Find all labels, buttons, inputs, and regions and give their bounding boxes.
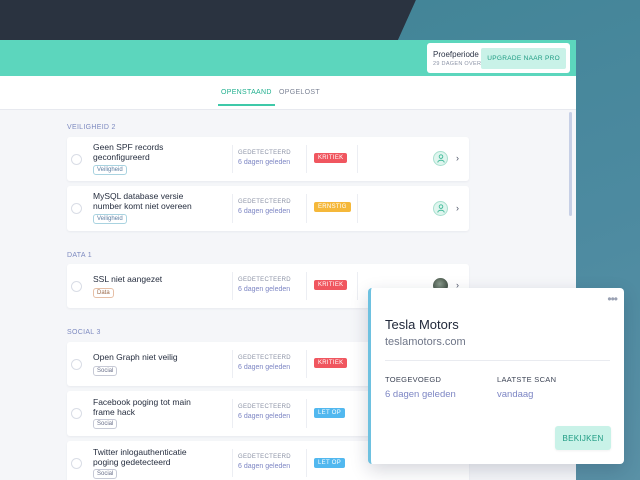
detected-label: GEDETECTEERD (238, 454, 291, 460)
issue-title: Open Graph niet veilig (93, 352, 178, 362)
divider (232, 194, 233, 223)
divider (232, 272, 233, 300)
detected-time: 6 dagen geleden (238, 208, 291, 215)
tab-openstaand[interactable]: OPENSTAAND (218, 89, 275, 106)
divider (357, 272, 358, 300)
divider (232, 350, 233, 378)
divider (306, 399, 307, 428)
issue-checkbox[interactable] (71, 154, 82, 165)
severity-badge: KRITIEK (314, 153, 348, 163)
issue-tag: Data (93, 288, 114, 298)
issue-title: SSL niet aangezet (93, 274, 163, 284)
assign-user-icon[interactable] (433, 151, 448, 166)
site-name: Tesla Motors (385, 317, 459, 332)
trial-box: Proefperiode 29 DAGEN OVER UPGRADE NAAR … (427, 43, 570, 73)
trial-title: Proefperiode (433, 49, 479, 59)
upgrade-button[interactable]: UPGRADE NAAR PRO (481, 47, 566, 69)
divider (306, 145, 307, 173)
detected-label: GEDETECTEERD (238, 404, 291, 410)
issue-tag: Veiligheid (93, 165, 127, 175)
site-domain: teslamotors.com (385, 336, 466, 348)
detected-label: GEDETECTEERD (238, 277, 291, 283)
site-detail-popup: ••• Tesla Motors teslamotors.com TOEGEVO… (368, 288, 624, 464)
top-bar: Proefperiode 29 DAGEN OVER UPGRADE NAAR … (0, 40, 576, 76)
divider (385, 360, 610, 361)
detected-time: 6 dagen geleden (238, 159, 291, 166)
added-label: TOEGEVOEGD (385, 375, 442, 384)
section-title-veiligheid: VEILIGHEID 2 (67, 124, 116, 131)
added-value: 6 dagen geleden (385, 389, 456, 400)
issue-checkbox[interactable] (71, 408, 82, 419)
divider (306, 272, 307, 300)
severity-badge: ERNSTIG (314, 202, 351, 212)
issue-title: Geen SPF records geconfigureerd (93, 142, 164, 162)
issue-title: Facebook poging tot main frame hack (93, 397, 191, 417)
issue-tag: Social (93, 366, 118, 376)
issue-checkbox[interactable] (71, 281, 82, 292)
trial-days: 29 DAGEN OVER (433, 60, 482, 67)
detected-time: 6 dagen geleden (238, 364, 291, 371)
chevron-right-icon[interactable]: › (456, 203, 459, 213)
tabs-bar: OPENSTAAND OPGELOST (0, 76, 576, 110)
divider (357, 194, 358, 223)
severity-badge: KRITIEK (314, 280, 348, 290)
detected-time: 6 dagen geleden (238, 286, 291, 293)
tab-opgelost[interactable]: OPGELOST (279, 89, 320, 96)
section-title-data: DATA 1 (67, 252, 92, 259)
last-scan-value: vandaag (497, 389, 534, 400)
issue-checkbox[interactable] (71, 203, 82, 214)
issue-checkbox[interactable] (71, 359, 82, 370)
severity-badge: LET OP (314, 458, 346, 468)
detected-label: GEDETECTEERD (238, 199, 291, 205)
issue-tag: Social (93, 469, 118, 479)
divider (357, 145, 358, 173)
divider (306, 350, 307, 378)
last-scan-label: LAATSTE SCAN (497, 375, 557, 384)
divider (306, 449, 307, 477)
divider (232, 449, 233, 477)
detected-time: 6 dagen geleden (238, 463, 291, 470)
detected-label: GEDETECTEERD (238, 150, 291, 156)
assign-user-icon[interactable] (433, 201, 448, 216)
view-button[interactable]: BEKIJKEN (555, 426, 611, 450)
issue-title: MySQL database versie number komt niet o… (93, 191, 192, 211)
detected-time: 6 dagen geleden (238, 413, 291, 420)
divider (232, 145, 233, 173)
severity-badge: LET OP (314, 408, 346, 418)
issue-card[interactable]: MySQL database versie number komt niet o… (67, 186, 469, 231)
issue-checkbox[interactable] (71, 458, 82, 469)
issue-tag: Veiligheid (93, 214, 127, 224)
issue-tag: Social (93, 419, 118, 429)
more-options-icon[interactable]: ••• (607, 292, 618, 306)
trial-info: Proefperiode 29 DAGEN OVER (433, 50, 481, 67)
issue-title: Twitter inlogauthenticatie poging gedete… (93, 447, 187, 467)
issue-card[interactable]: Geen SPF records geconfigureerd Veilighe… (67, 137, 469, 181)
divider (232, 399, 233, 428)
chevron-right-icon[interactable]: › (456, 153, 459, 163)
section-title-social: SOCIAL 3 (67, 329, 101, 336)
severity-badge: KRITIEK (314, 358, 348, 368)
divider (306, 194, 307, 223)
detected-label: GEDETECTEERD (238, 355, 291, 361)
scrollbar[interactable] (569, 112, 572, 216)
